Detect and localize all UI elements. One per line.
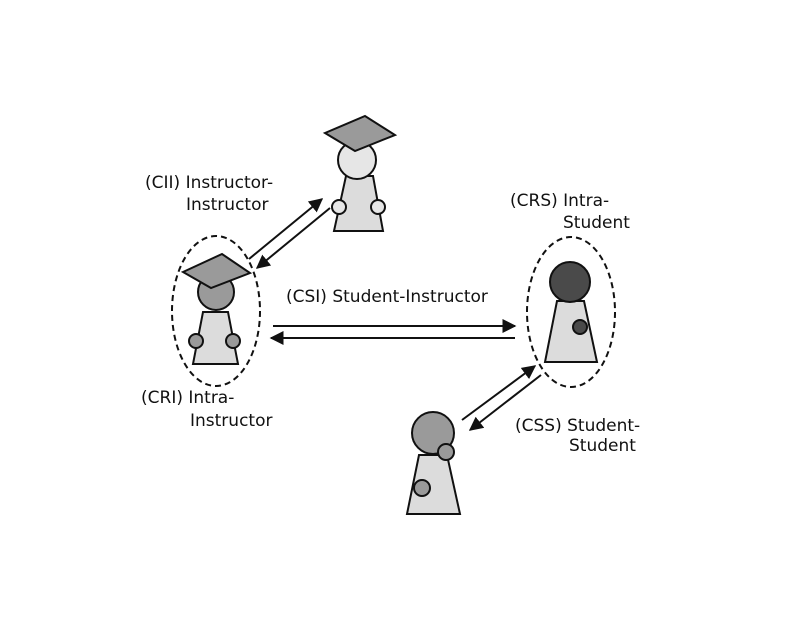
crs-label-line2: Student xyxy=(563,213,630,233)
cri-label-line1: (CRI) Intra- xyxy=(141,388,234,408)
instructor-top-figure xyxy=(322,114,398,232)
head-icon xyxy=(549,261,591,303)
hand-icon xyxy=(437,443,455,461)
hand-icon xyxy=(572,319,588,335)
crs-label-line1: (CRS) Intra- xyxy=(510,191,609,211)
cii-arrow-down xyxy=(255,207,331,269)
cri-label-line2: Instructor xyxy=(190,411,272,431)
instructor-left-figure xyxy=(180,252,253,365)
graduation-cap-icon xyxy=(322,114,398,153)
hand-icon xyxy=(331,199,347,215)
body-icon xyxy=(543,300,599,363)
css-label-line2: Student xyxy=(569,436,636,456)
interaction-diagram: (CII) Instructor- Instructor (CRS) Intra… xyxy=(141,114,640,515)
csi-label: (CSI) Student-Instructor xyxy=(286,287,488,307)
student-bottom-figure xyxy=(405,411,462,515)
graduation-cap-icon xyxy=(180,252,253,290)
hand-icon xyxy=(225,333,241,349)
hand-icon xyxy=(188,333,204,349)
cii-label-line1: (CII) Instructor- xyxy=(145,173,273,193)
student-right-figure xyxy=(543,261,599,363)
cii-label-line2: Instructor xyxy=(186,195,268,215)
hand-icon xyxy=(370,199,386,215)
css-arrow-up xyxy=(461,365,537,421)
css-label-line1: (CSS) Student- xyxy=(515,416,640,436)
hand-icon xyxy=(413,479,431,497)
